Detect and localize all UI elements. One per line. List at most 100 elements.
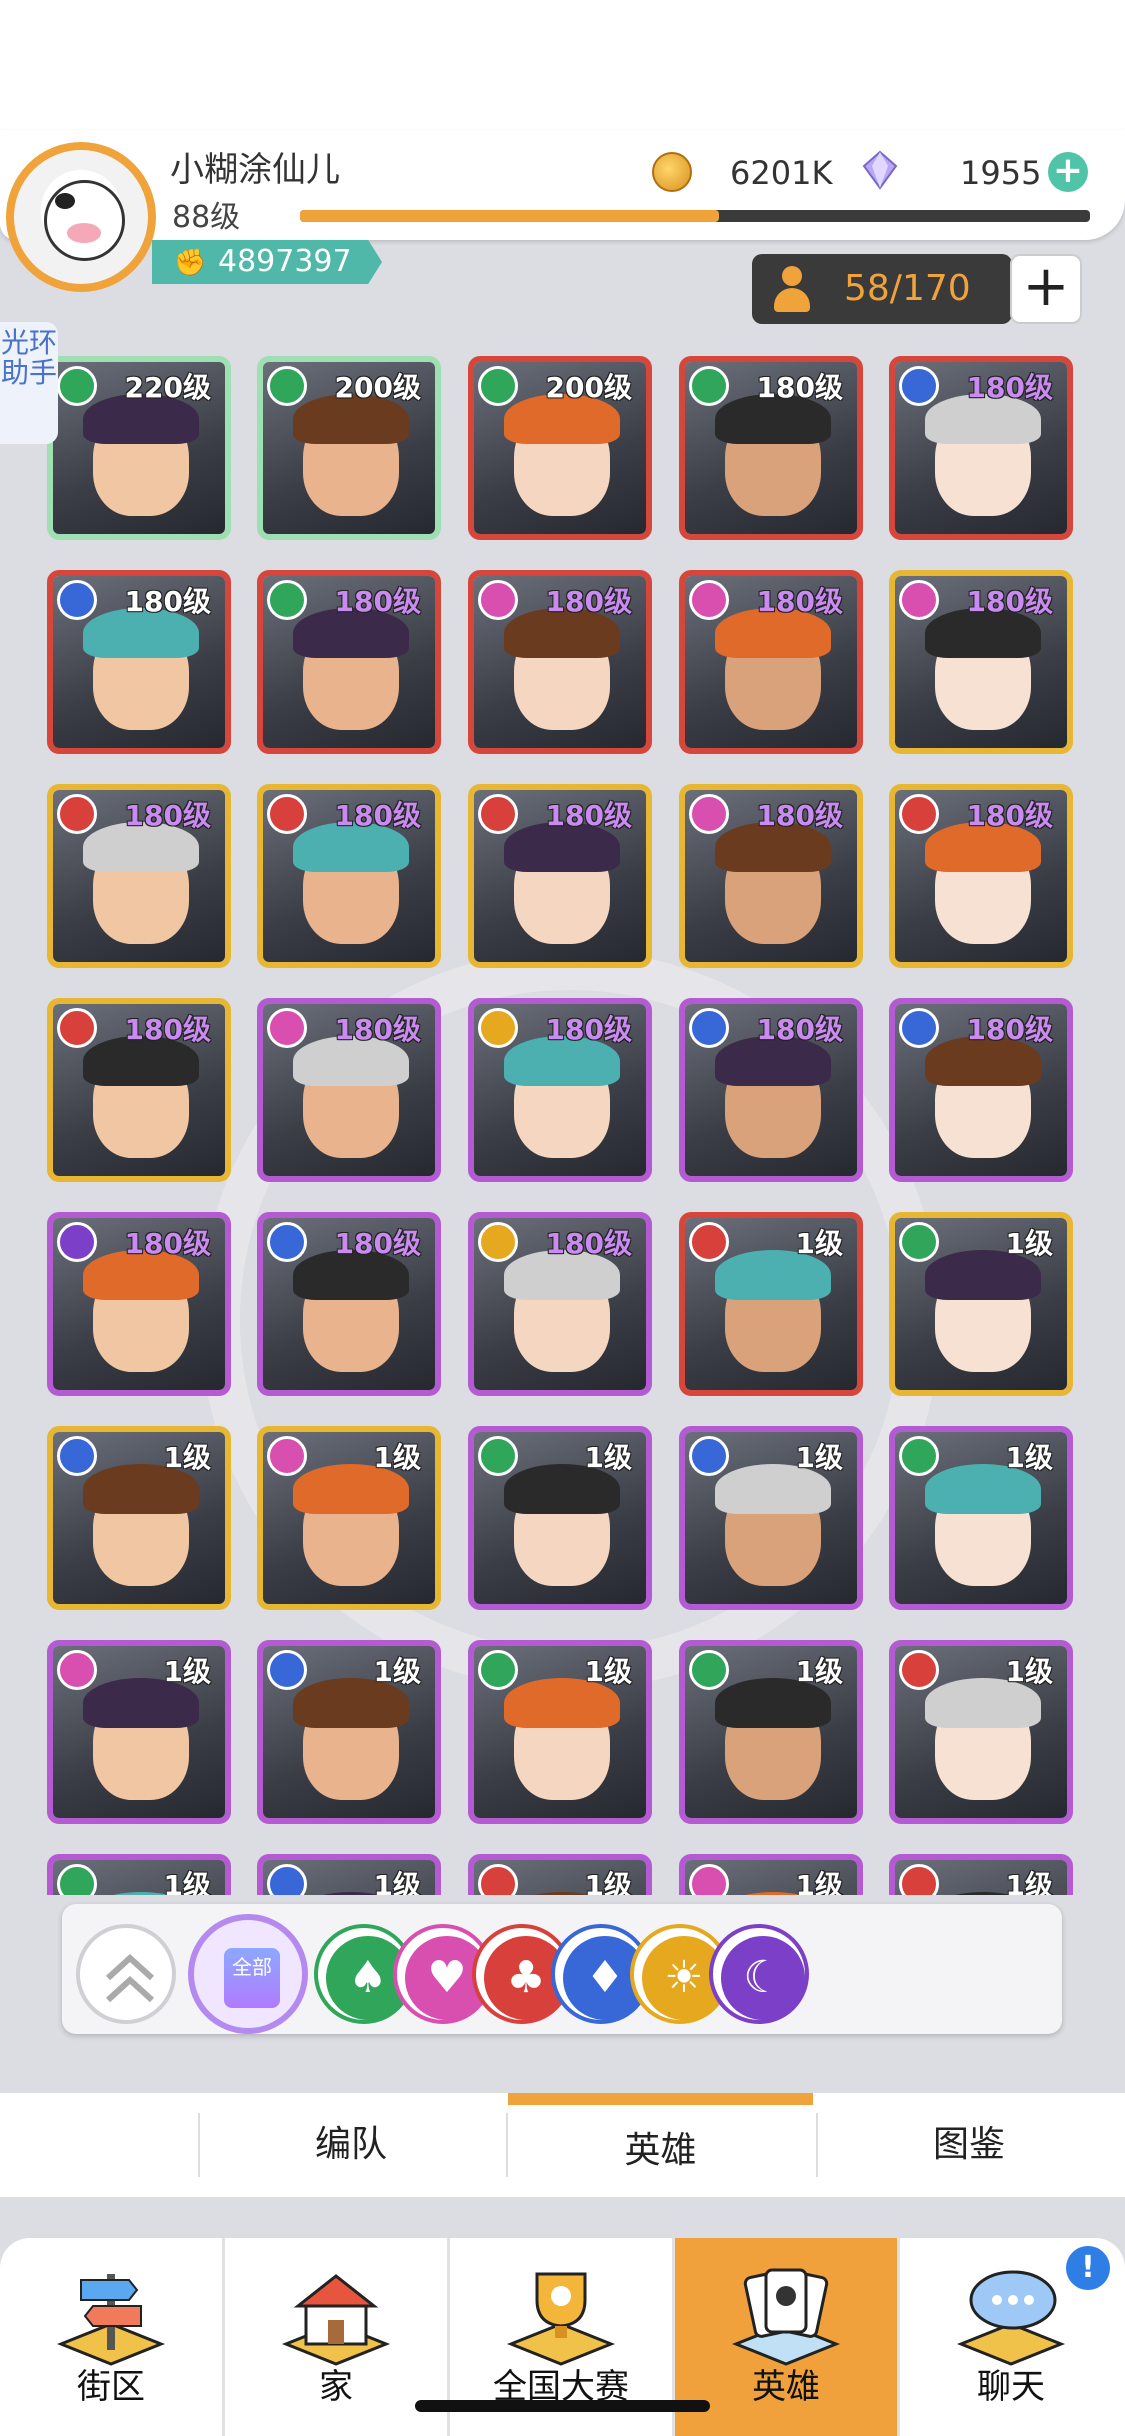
blue-faction-icon <box>267 1650 307 1690</box>
pink-faction-icon <box>689 580 729 620</box>
hero-card[interactable]: 1级 <box>47 1854 231 1895</box>
purple-faction-icon <box>57 1222 97 1262</box>
hero-level: 180级 <box>334 1227 421 1260</box>
tab-formation[interactable]: 编队 <box>200 2093 502 2197</box>
hero-card[interactable]: 180级 <box>889 570 1073 754</box>
hero-card[interactable]: 180级 <box>679 998 863 1182</box>
hero-level: 180级 <box>545 1227 632 1260</box>
hero-level: 180级 <box>124 1227 211 1260</box>
hero-card[interactable]: 180级 <box>679 784 863 968</box>
avatar[interactable] <box>6 142 156 292</box>
hero-card[interactable]: 180级 <box>889 356 1073 540</box>
filter-all-button[interactable]: 全部 <box>188 1914 308 2034</box>
hero-level: 1级 <box>795 1869 843 1895</box>
power-badge: ✊ 4897397 <box>152 240 382 284</box>
hero-card[interactable]: 1级 <box>47 1640 231 1824</box>
collapse-button[interactable] <box>76 1924 176 2024</box>
hero-card[interactable]: 180级 <box>889 784 1073 968</box>
player-name: 小糊涂仙儿 <box>170 150 340 190</box>
hero-card[interactable]: 1级 <box>889 1212 1073 1396</box>
hero-card[interactable]: 180级 <box>47 1212 231 1396</box>
hero-level: 180级 <box>545 799 632 832</box>
hero-level: 1级 <box>584 1441 632 1474</box>
nav-label: 聊天 <box>977 2367 1045 2407</box>
tab-codex[interactable]: 图鉴 <box>818 2093 1120 2197</box>
hero-card[interactable]: 180级 <box>889 998 1073 1182</box>
gold-faction-icon <box>478 1222 518 1262</box>
hero-card[interactable]: 1级 <box>257 1426 441 1610</box>
halo-assistant-tab[interactable]: 光环助手 <box>0 322 58 444</box>
hero-card[interactable]: 180级 <box>257 998 441 1182</box>
pink-faction-icon <box>267 1436 307 1476</box>
hero-card[interactable]: 180级 <box>257 570 441 754</box>
hero-card[interactable]: 1级 <box>889 1854 1073 1895</box>
hero-card[interactable]: 180级 <box>468 1212 652 1396</box>
hero-level: 200级 <box>334 371 421 404</box>
hero-card[interactable]: 1级 <box>889 1426 1073 1610</box>
chat-bubble-icon <box>956 2270 1066 2366</box>
green-faction-icon <box>478 1650 518 1690</box>
hero-level: 180级 <box>545 1013 632 1046</box>
nav-home[interactable]: 家 <box>225 2238 447 2436</box>
gem-amount: 1955 <box>960 154 1042 192</box>
nav-label: 街区 <box>77 2367 145 2407</box>
hero-card[interactable]: 1级 <box>889 1640 1073 1824</box>
hero-card[interactable]: 180级 <box>679 356 863 540</box>
hero-card[interactable]: 1级 <box>679 1640 863 1824</box>
hero-level: 180级 <box>124 1013 211 1046</box>
hero-level: 1级 <box>584 1655 632 1688</box>
green-faction-icon <box>478 366 518 406</box>
blue-faction-icon <box>899 366 939 406</box>
add-gems-button[interactable]: + <box>1048 152 1088 192</box>
tab-divider <box>816 2113 818 2177</box>
hero-level: 180级 <box>334 585 421 618</box>
hero-card[interactable]: 1级 <box>679 1426 863 1610</box>
hero-card[interactable]: 180级 <box>468 570 652 754</box>
hero-level: 1级 <box>373 1441 421 1474</box>
hero-card[interactable]: 1级 <box>468 1640 652 1824</box>
hero-card[interactable]: 200级 <box>257 356 441 540</box>
blue-faction-icon <box>899 1008 939 1048</box>
blue-faction-icon <box>57 580 97 620</box>
blue-faction-icon <box>267 1222 307 1262</box>
hero-card[interactable]: 180级 <box>47 570 231 754</box>
hero-level: 180级 <box>966 371 1053 404</box>
hero-card[interactable]: 180级 <box>679 570 863 754</box>
expand-roster-button[interactable]: + <box>1010 254 1082 324</box>
hero-card[interactable]: 220级 <box>47 356 231 540</box>
hero-level: 180级 <box>966 1013 1053 1046</box>
green-faction-icon <box>267 580 307 620</box>
hero-card[interactable]: 1级 <box>468 1854 652 1895</box>
tab-heroes[interactable]: 英雄 <box>508 2093 813 2197</box>
hero-level: 180级 <box>756 585 843 618</box>
double-chevron-up-icon <box>105 1953 155 2003</box>
gold-coin-icon <box>652 152 692 192</box>
hero-card[interactable]: 1级 <box>257 1854 441 1895</box>
pink-faction-icon <box>899 580 939 620</box>
blue-faction-icon <box>689 1008 729 1048</box>
hero-card[interactable]: 1级 <box>47 1426 231 1610</box>
nav-label: 英雄 <box>752 2367 820 2407</box>
hero-card[interactable]: 180级 <box>47 784 231 968</box>
player-level: 88级 <box>172 200 241 235</box>
hero-card[interactable]: 1级 <box>679 1854 863 1895</box>
cow-avatar-icon <box>44 180 125 261</box>
hero-card[interactable]: 180级 <box>257 784 441 968</box>
hero-card[interactable]: 1级 <box>679 1212 863 1396</box>
hero-card[interactable]: 180级 <box>47 998 231 1182</box>
hero-card[interactable]: 1级 <box>257 1640 441 1824</box>
hero-card[interactable]: 1级 <box>468 1426 652 1610</box>
house-icon <box>281 2274 391 2366</box>
hero-level: 1级 <box>163 1655 211 1688</box>
hero-level: 200级 <box>545 371 632 404</box>
green-faction-icon <box>899 1222 939 1262</box>
hero-card[interactable]: 180级 <box>468 998 652 1182</box>
filter-purple-button[interactable]: ☾ <box>709 1924 809 2024</box>
green-faction-icon <box>689 366 729 406</box>
hero-card[interactable]: 180级 <box>468 784 652 968</box>
person-icon <box>772 266 812 312</box>
nav-street[interactable]: 街区 <box>0 2238 222 2436</box>
hero-card[interactable]: 180级 <box>257 1212 441 1396</box>
hero-count: 58/170 <box>844 268 971 309</box>
hero-card[interactable]: 200级 <box>468 356 652 540</box>
